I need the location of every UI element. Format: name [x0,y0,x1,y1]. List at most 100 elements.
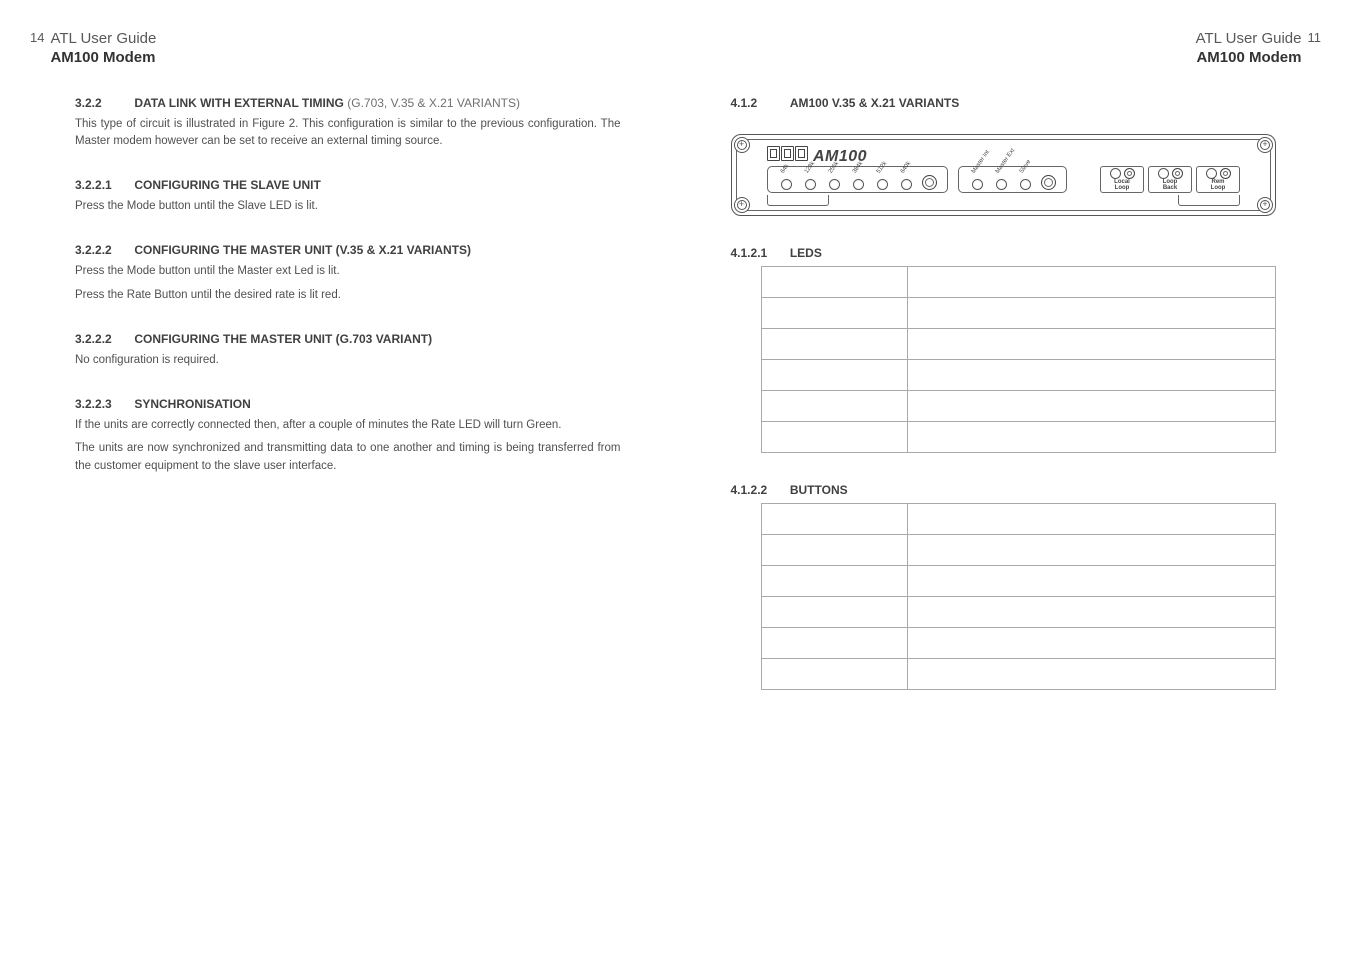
doc-title-line2-right: AM100 Modem [1196,49,1302,68]
foot-icon [1178,195,1240,206]
body-p3b: Press the Rate Button until the desired … [75,287,621,304]
section-4-1-2-1: 4.1.2.1 LEDS [731,246,1277,260]
cell [761,534,907,565]
content-right: 4.1.2 AM100 V.35 & X.21 VARIANTS AM100 [731,96,1277,690]
panel-inner: AM100 64k 128k 256k 384k 512k 640k [736,139,1272,211]
led-icon [1020,179,1031,190]
led-icon [877,179,888,190]
cell [761,390,907,421]
cell [907,596,1276,627]
mode-button [1041,175,1056,190]
mode-group: Master Int Master Ext Slave [958,166,1067,193]
foot-icon [767,195,829,206]
led-icon [972,179,983,190]
front-panel-figure: AM100 64k 128k 256k 384k 512k 640k [731,134,1277,216]
loop-back-group: LoopBack [1148,166,1192,193]
cell [907,359,1276,390]
sectitle: LEDS [790,246,822,260]
cell [907,328,1276,359]
led-icon [1158,168,1169,179]
brand-mark-icon [767,146,780,161]
led-icon [901,179,912,190]
page-left: 14 ATL User Guide AM100 Modem 3.2.2 DATA… [0,0,676,954]
led-icon [829,179,840,190]
cell [761,297,907,328]
table-row [761,658,1276,689]
table-row [761,596,1276,627]
panel-controls-row: 64k 128k 256k 384k 512k 640k Master Int … [745,166,1263,195]
section-3-2-2-2b: 3.2.2.2 CONFIGURING THE MASTER UNIT (G.7… [75,332,621,346]
secnum: 4.1.2.1 [731,246,787,260]
page-right: ATL User Guide AM100 Modem 11 4.1.2 AM10… [676,0,1351,954]
cell [761,421,907,452]
secnum: 3.2.2.1 [75,178,131,192]
rate-group: 64k 128k 256k 384k 512k 640k [767,166,948,193]
cell [761,266,907,297]
rate-64k: 64k [778,169,796,190]
cell [761,627,907,658]
tg-label: RemLoop [1211,179,1226,191]
rate-256k: 256k [826,169,844,190]
title-block-right: ATL User Guide AM100 Modem [1196,30,1302,68]
cell [761,503,907,534]
cell [907,534,1276,565]
test-button [1124,168,1135,179]
cell [761,596,907,627]
buttons-table [761,503,1277,690]
cell [761,658,907,689]
leds-table [761,266,1277,453]
sectitle: CONFIGURING THE MASTER UNIT (G.703 VARIA… [134,332,432,346]
body-p5a: If the units are correctly connected the… [75,417,621,434]
body-p5b: The units are now synchronized and trans… [75,440,621,475]
section-3-2-2-1: 3.2.2.1 CONFIGURING THE SLAVE UNIT [75,178,621,192]
screw-icon [734,137,750,153]
cell [907,565,1276,596]
page-number-left: 14 [30,30,44,45]
doc-title-line1-right: ATL User Guide [1196,30,1302,49]
rate-button [922,175,937,190]
secnum: 3.2.2.2 [75,332,131,346]
table-row [761,421,1276,452]
header-left: 14 ATL User Guide AM100 Modem [30,30,621,68]
body-p2: Press the Mode button until the Slave LE… [75,198,621,215]
section-4-1-2: 4.1.2 AM100 V.35 & X.21 VARIANTS [731,96,1277,110]
led-icon [805,179,816,190]
cell [907,390,1276,421]
led-icon [853,179,864,190]
section-3-2-2: 3.2.2 DATA LINK WITH EXTERNAL TIMING (G.… [75,96,621,110]
body-p1: This type of circuit is illustrated in F… [75,116,621,151]
table-row [761,565,1276,596]
doc-title-line2-left: AM100 Modem [50,49,156,68]
led-icon [1206,168,1217,179]
table-row [761,503,1276,534]
brand-mark-icon [781,146,794,161]
screw-icon [1257,137,1273,153]
table-row [761,534,1276,565]
content-left: 3.2.2 DATA LINK WITH EXTERNAL TIMING (G.… [75,96,621,475]
sectitle: CONFIGURING THE MASTER UNIT (V.35 & X.21… [134,243,471,257]
secnum: 3.2.2 [75,96,131,110]
table-row [761,297,1276,328]
mode-master-ext: Master Ext [993,169,1011,190]
panel-feet [745,195,1263,206]
secnum: 3.2.2.3 [75,397,131,411]
doc-title-line1-left: ATL User Guide [50,30,156,49]
header-right: ATL User Guide AM100 Modem 11 [731,30,1322,68]
sectitle: BUTTONS [790,483,848,497]
mode-slave: Slave [1017,169,1035,190]
sectitle: DATA LINK WITH EXTERNAL TIMING (G.703, V… [134,96,520,110]
sectitle: SYNCHRONISATION [134,397,250,411]
screw-icon [1257,197,1273,213]
test-groups: LocalLoop LoopBack RemLoop [1100,166,1240,193]
section-3-2-2-3: 3.2.2.3 SYNCHRONISATION [75,397,621,411]
secnum: 4.1.2 [731,96,787,110]
test-button [1220,168,1231,179]
cell [761,359,907,390]
sectitle: AM100 V.35 & X.21 VARIANTS [790,96,959,110]
cell [907,627,1276,658]
rem-loop-group: RemLoop [1196,166,1240,193]
local-loop-group: LocalLoop [1100,166,1144,193]
brand-mark-icon [795,146,808,161]
section-4-1-2-2: 4.1.2.2 BUTTONS [731,483,1277,497]
body-p3a: Press the Mode button until the Master e… [75,263,621,280]
